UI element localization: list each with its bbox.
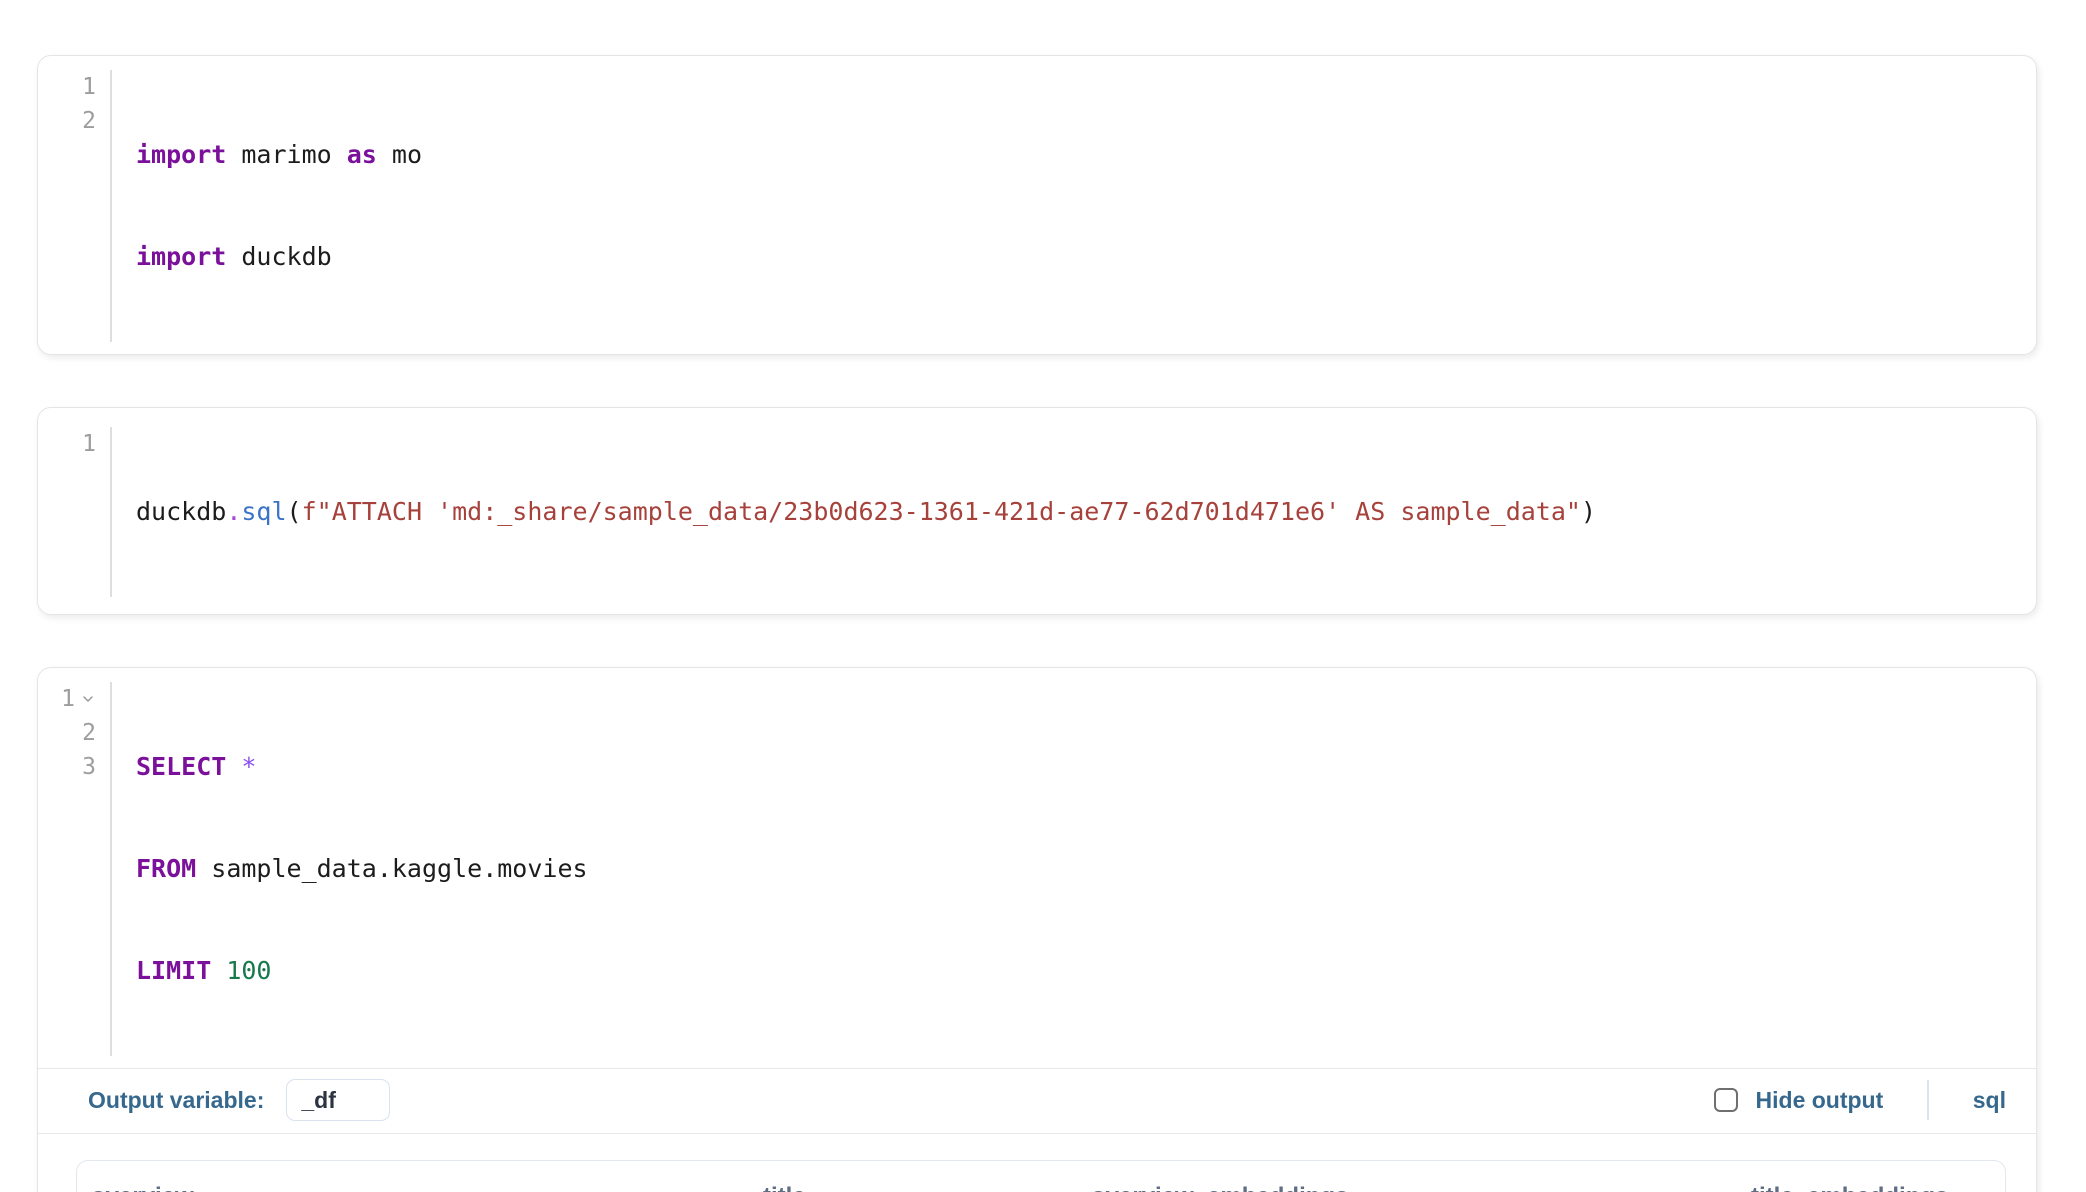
line-number: 2 xyxy=(82,716,96,750)
code-token: duckdb xyxy=(136,497,226,526)
code-line: LIMIT 100 xyxy=(136,954,2036,988)
line-number-gutter: 1 xyxy=(38,427,112,597)
function-token: sql xyxy=(241,497,286,526)
column-header-overview-embeddings[interactable]: overview_embeddings array[f32, 512] xyxy=(1077,1161,1737,1192)
operator-token: * xyxy=(226,752,256,781)
cell-sql-query: 1 2 3 SELECT * FROM sample_data.kaggle.m… xyxy=(37,667,2037,1192)
keyword-token: import xyxy=(136,140,226,169)
code-token: duckdb xyxy=(226,242,331,271)
table-header-row: overview str title str overview_embeddin… xyxy=(77,1161,2006,1192)
dataframe-table-container: overview str title str overview_embeddin… xyxy=(76,1160,2006,1192)
code-line: FROM sample_data.kaggle.movies xyxy=(136,852,2036,886)
keyword-token: SELECT xyxy=(136,752,226,781)
cell-attach-db: 1 duckdb.sql(f"ATTACH 'md:_share/sample_… xyxy=(37,407,2037,615)
cell-imports: 1 2 import marimo as mo import duckdb xyxy=(37,55,2037,355)
code-area[interactable]: SELECT * FROM sample_data.kaggle.movies … xyxy=(112,682,2036,1056)
code-area[interactable]: duckdb.sql(f"ATTACH 'md:_share/sample_da… xyxy=(112,427,2036,597)
keyword-token: FROM xyxy=(136,854,196,883)
cell-sql-editor[interactable]: 1 2 3 SELECT * FROM sample_data.kaggle.m… xyxy=(38,668,2036,1068)
code-token: marimo xyxy=(226,140,346,169)
line-number-gutter: 1 2 3 xyxy=(38,682,112,1056)
column-header-overview[interactable]: overview str xyxy=(77,1161,749,1192)
line-number: 1 xyxy=(82,427,96,461)
cell-output-area: overview str title str overview_embeddin… xyxy=(38,1134,2036,1192)
code-line: import marimo as mo xyxy=(136,138,2036,172)
dataframe-table: overview str title str overview_embeddin… xyxy=(77,1161,2006,1192)
code-line: import duckdb xyxy=(136,240,2036,274)
cell-controls-row: Output variable: Hide output sql xyxy=(38,1068,2036,1134)
line-number: 1 xyxy=(61,682,75,716)
code-token: sample_data.kaggle.movies xyxy=(196,854,587,883)
hide-output-label[interactable]: Hide output xyxy=(1756,1087,1884,1114)
output-variable-input[interactable] xyxy=(286,1079,390,1121)
language-button[interactable]: sql xyxy=(1973,1087,2006,1114)
keyword-token: LIMIT xyxy=(136,956,211,985)
notebook: 1 2 import marimo as mo import duckdb 1 … xyxy=(0,0,2086,1192)
hide-output-checkbox[interactable] xyxy=(1714,1088,1738,1112)
cell-attach-db-editor[interactable]: 1 duckdb.sql(f"ATTACH 'md:_share/sample_… xyxy=(38,408,2036,614)
column-name: title_embeddings xyxy=(1751,1183,2006,1192)
code-token: mo xyxy=(377,140,422,169)
code-area[interactable]: import marimo as mo import duckdb xyxy=(112,70,2036,342)
line-number: 2 xyxy=(82,104,96,138)
line-number: 1 xyxy=(82,70,96,104)
keyword-token: as xyxy=(347,140,377,169)
code-token: ( xyxy=(287,497,302,526)
column-name: title xyxy=(763,1183,1063,1192)
number-token: 100 xyxy=(211,956,271,985)
keyword-token: import xyxy=(136,242,226,271)
code-token: . xyxy=(226,497,241,526)
string-token: f"ATTACH 'md:_share/sample_data/23b0d623… xyxy=(302,497,1581,526)
code-line: duckdb.sql(f"ATTACH 'md:_share/sample_da… xyxy=(136,495,2036,529)
column-header-title[interactable]: title str xyxy=(749,1161,1077,1192)
line-number: 3 xyxy=(82,750,96,784)
output-variable-label: Output variable: xyxy=(88,1087,264,1114)
fold-chevron-icon[interactable] xyxy=(80,691,96,707)
cell-imports-editor[interactable]: 1 2 import marimo as mo import duckdb xyxy=(38,56,2036,354)
column-name: overview_embeddings xyxy=(1091,1183,1723,1192)
column-name: overview xyxy=(91,1183,735,1192)
column-header-title-embeddings[interactable]: title_embeddings array[f32, 512] xyxy=(1737,1161,2006,1192)
code-line: SELECT * xyxy=(136,750,2036,784)
divider xyxy=(1927,1080,1929,1120)
line-number-gutter: 1 2 xyxy=(38,70,112,342)
code-token: ) xyxy=(1581,497,1596,526)
